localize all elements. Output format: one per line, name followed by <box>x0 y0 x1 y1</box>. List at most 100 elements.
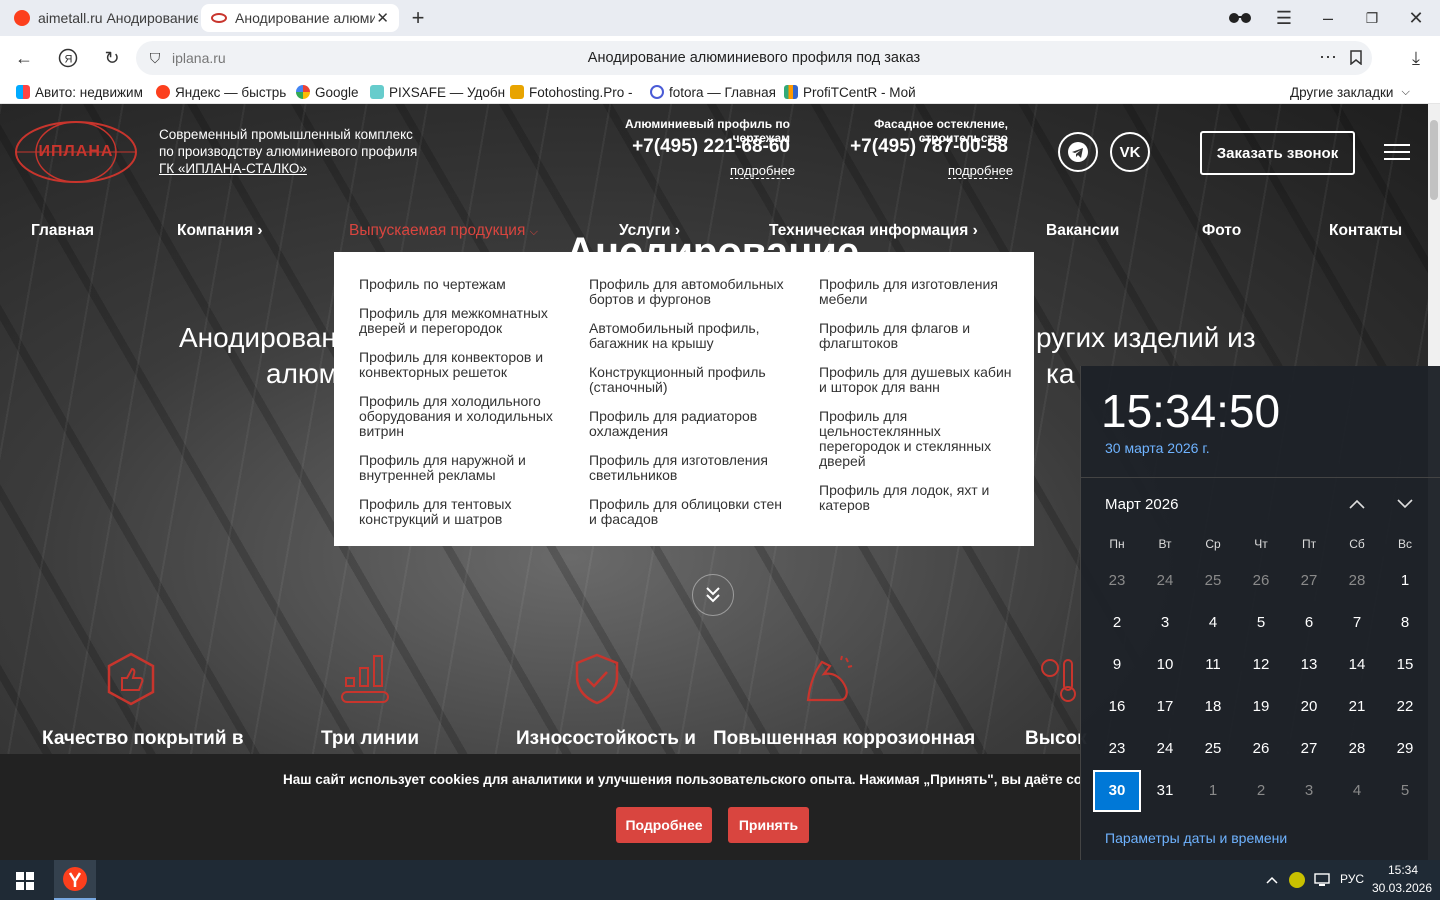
minimize-icon[interactable]: – <box>1316 6 1340 30</box>
tab-iplana[interactable]: Анодирование алюмин ✕ <box>201 4 399 32</box>
contact-more-2[interactable]: подробнее <box>948 163 1013 179</box>
calendar-month[interactable]: Март 2026 <box>1105 496 1178 513</box>
calendar-day[interactable]: 20 <box>1285 686 1333 728</box>
calendar-day[interactable]: 3 <box>1285 770 1333 812</box>
contact-phone-1[interactable]: +7(495) 221-68-60 <box>590 136 790 158</box>
calendar-day[interactable]: 5 <box>1237 602 1285 644</box>
calendar-day[interactable]: 22 <box>1381 686 1429 728</box>
bookmark-fotora[interactable]: fotora — Главная <box>650 82 776 102</box>
omnibox[interactable]: ⛉ iplana.ru Анодирование алюминиевого пр… <box>136 41 1372 75</box>
calendar-day[interactable]: 2 <box>1237 770 1285 812</box>
calendar-day[interactable]: 16 <box>1093 686 1141 728</box>
calendar-day[interactable]: 7 <box>1333 602 1381 644</box>
menu-icon[interactable]: ☰ <box>1272 6 1296 30</box>
calendar-day[interactable]: 13 <box>1285 644 1333 686</box>
tab-aimetall[interactable]: aimetall.ru Анодирование <box>4 4 198 32</box>
calendar-day[interactable]: 29 <box>1381 728 1429 770</box>
calendar-day[interactable]: 28 <box>1333 560 1381 602</box>
calendar-day[interactable]: 26 <box>1237 560 1285 602</box>
calendar-day[interactable]: 8 <box>1381 602 1429 644</box>
close-tab-icon[interactable]: ✕ <box>376 9 389 27</box>
nav-photo[interactable]: Фото <box>1202 222 1241 240</box>
download-icon[interactable]: ⤓ <box>1404 46 1428 70</box>
contact-more-1[interactable]: подробнее <box>730 163 795 179</box>
calendar-day[interactable]: 12 <box>1237 644 1285 686</box>
dropdown-item[interactable]: Профиль для конвекторов и конвекторных р… <box>359 350 559 394</box>
calendar-day[interactable]: 27 <box>1285 728 1333 770</box>
dropdown-item[interactable]: Профиль для лодок, яхт и катеров <box>819 483 1019 513</box>
windows-start-icon[interactable] <box>16 872 34 890</box>
calendar-day[interactable]: 3 <box>1141 602 1189 644</box>
callback-button[interactable]: Заказать звонок <box>1200 131 1355 175</box>
calendar-day[interactable]: 10 <box>1141 644 1189 686</box>
calendar-day[interactable]: 9 <box>1093 644 1141 686</box>
calendar-day[interactable]: 4 <box>1333 770 1381 812</box>
dropdown-item[interactable]: Профиль по чертежам <box>359 277 559 306</box>
taskbar-date[interactable]: 30.03.2026 <box>1370 881 1434 895</box>
dropdown-item[interactable]: Профиль для флагов и флагштоков <box>819 321 1019 365</box>
vk-icon[interactable]: VK <box>1110 132 1150 172</box>
dropdown-item[interactable]: Профиль для тентовых конструкций и шатро… <box>359 497 559 527</box>
calendar-day[interactable]: 1 <box>1189 770 1237 812</box>
input-language[interactable]: РУС <box>1340 872 1364 886</box>
calendar-day[interactable]: 24 <box>1141 560 1189 602</box>
dropdown-item[interactable]: Профиль для изготовления светильников <box>589 453 789 497</box>
chevron-down-icon[interactable] <box>1393 492 1417 516</box>
cookie-accept-button[interactable]: Принять <box>728 807 809 843</box>
nav-vacancies[interactable]: Вакансии <box>1046 222 1119 240</box>
reload-icon[interactable]: ↻ <box>100 46 124 70</box>
taskbar-time[interactable]: 15:34 <box>1376 863 1430 877</box>
site-logo[interactable]: ИПЛАНА <box>14 120 138 184</box>
yandex-browser-taskbar-icon[interactable] <box>54 860 96 900</box>
calendar-day[interactable]: 25 <box>1189 728 1237 770</box>
dropdown-item[interactable]: Автомобильный профиль, багажник на крышу <box>589 321 789 365</box>
telegram-icon[interactable] <box>1058 132 1098 172</box>
tray-app-icon[interactable] <box>1289 872 1305 888</box>
calendar-day[interactable]: 15 <box>1381 644 1429 686</box>
calendar-day[interactable]: 14 <box>1333 644 1381 686</box>
yandex-home-icon[interactable]: Я <box>56 46 80 70</box>
calendar-day[interactable]: 2 <box>1093 602 1141 644</box>
dropdown-item[interactable]: Профиль для изготовления мебели <box>819 277 1019 321</box>
bookmark-icon[interactable] <box>1346 47 1366 67</box>
scrollbar-thumb[interactable] <box>1430 120 1438 200</box>
calendar-day[interactable]: 5 <box>1381 770 1429 812</box>
calendar-day[interactable]: 26 <box>1237 728 1285 770</box>
calendar-day[interactable]: 31 <box>1141 770 1189 812</box>
bookmark-profitcentr[interactable]: ProfiTCentR - Мой <box>784 82 916 102</box>
calendar-day[interactable]: 27 <box>1285 560 1333 602</box>
bookmark-pixsafe[interactable]: PIXSAFE — Удобн <box>370 82 505 102</box>
contact-phone-2[interactable]: +7(495) 787-00-58 <box>808 136 1008 158</box>
nav-contacts[interactable]: Контакты <box>1329 222 1402 240</box>
restore-icon[interactable]: ❐ <box>1360 6 1384 30</box>
dropdown-item[interactable]: Профиль для облицовки стен и фасадов <box>589 497 789 527</box>
date-time-settings-link[interactable]: Параметры даты и времени <box>1105 830 1287 846</box>
calendar-day[interactable]: 21 <box>1333 686 1381 728</box>
calendar-day[interactable]: 11 <box>1189 644 1237 686</box>
dropdown-item[interactable]: Профиль для цельностеклянных перегородок… <box>819 409 1019 483</box>
other-bookmarks[interactable]: Другие закладки ⌵ <box>1290 82 1410 102</box>
calendar-day[interactable]: 18 <box>1189 686 1237 728</box>
calendar-day[interactable]: 19 <box>1237 686 1285 728</box>
clock-date-link[interactable]: 30 марта 2026 г. <box>1105 440 1210 456</box>
tray-chevron-up-icon[interactable] <box>1264 872 1280 888</box>
chevron-up-icon[interactable] <box>1345 492 1369 516</box>
hamburger-menu-icon[interactable] <box>1384 142 1410 162</box>
nav-home[interactable]: Главная <box>31 222 94 240</box>
back-icon[interactable]: ← <box>12 46 36 70</box>
cookie-more-button[interactable]: Подробнее <box>616 807 712 843</box>
calendar-day[interactable]: 23 <box>1093 560 1141 602</box>
bookmark-yandex[interactable]: Яндекс — быстрь <box>156 82 286 102</box>
close-window-icon[interactable]: ✕ <box>1404 6 1428 30</box>
dropdown-item[interactable]: Профиль для автомобильных бортов и фурго… <box>589 277 789 321</box>
more-dots-icon[interactable]: ⋯ <box>1318 47 1338 67</box>
calendar-day-today[interactable]: 30 <box>1093 770 1141 812</box>
calendar-day[interactable]: 17 <box>1141 686 1189 728</box>
new-tab-icon[interactable]: + <box>406 5 430 30</box>
dropdown-item[interactable]: Профиль для холодильного оборудования и … <box>359 394 559 453</box>
dropdown-item[interactable]: Профиль для межкомнатных дверей и перего… <box>359 306 559 350</box>
bookmark-google[interactable]: Google <box>296 82 359 102</box>
dropdown-item[interactable]: Профиль для радиаторов охлаждения <box>589 409 789 453</box>
calendar-day[interactable]: 1 <box>1381 560 1429 602</box>
calendar-day[interactable]: 24 <box>1141 728 1189 770</box>
